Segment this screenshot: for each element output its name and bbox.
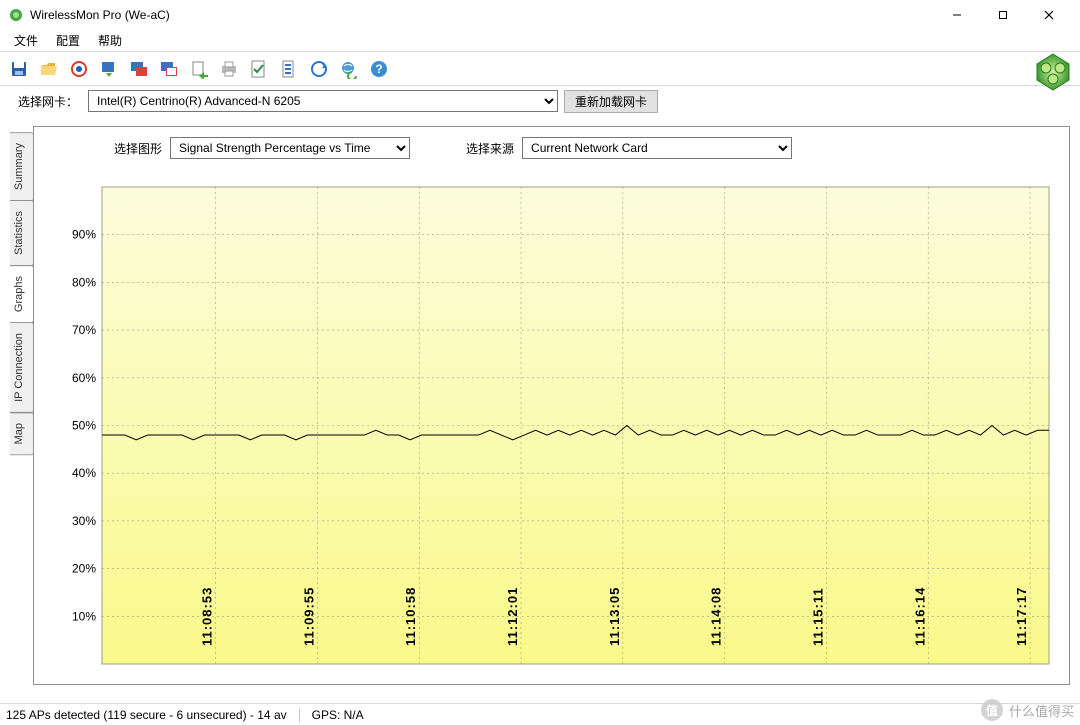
svg-text:30%: 30% <box>72 514 96 528</box>
svg-text:60%: 60% <box>72 371 96 385</box>
chart-container: 10% 20% 30% 40% 50% 60% 70% 80% 90% 11:08:53 11:09… <box>58 183 1055 670</box>
menu-config[interactable]: 配置 <box>48 30 88 51</box>
svg-text:?: ? <box>375 62 382 76</box>
help-icon[interactable]: ? <box>366 56 392 82</box>
maximize-button[interactable] <box>980 0 1026 30</box>
status-separator <box>299 708 300 722</box>
svg-text:90%: 90% <box>72 228 96 242</box>
world-refresh-icon[interactable] <box>336 56 362 82</box>
svg-text:11:15:11: 11:15:11 <box>810 587 825 646</box>
window-title: WirelessMon Pro (We-aC) <box>30 8 934 22</box>
print-icon[interactable] <box>216 56 242 82</box>
reload-nic-button[interactable]: 重新加载网卡 <box>564 90 658 113</box>
svg-text:20%: 20% <box>72 562 96 576</box>
close-button[interactable] <box>1026 0 1072 30</box>
status-gps: GPS: N/A <box>312 708 364 722</box>
menu-bar: 文件 配置 帮助 <box>0 30 1080 52</box>
refresh-icon[interactable] <box>96 56 122 82</box>
svg-text:11:14:08: 11:14:08 <box>709 587 724 646</box>
target-icon[interactable] <box>66 56 92 82</box>
svg-text:11:16:14: 11:16:14 <box>912 587 927 646</box>
signal-strength-chart: 10% 20% 30% 40% 50% 60% 70% 80% 90% 11:08:53 11:09… <box>58 183 1055 670</box>
graph-panel: 选择图形 Signal Strength Percentage vs Time … <box>33 126 1070 685</box>
menu-help[interactable]: 帮助 <box>90 30 130 51</box>
status-bar: 125 APs detected (119 secure - 6 unsecur… <box>0 703 1080 725</box>
app-logo-icon <box>1032 50 1074 92</box>
svg-text:11:09:55: 11:09:55 <box>301 587 316 646</box>
graph-shape-select[interactable]: Signal Strength Percentage vs Time <box>170 137 410 159</box>
select-shape-label: 选择图形 <box>114 140 162 157</box>
main-area: Summary Statistics Graphs IP Connection … <box>10 126 1070 685</box>
tab-summary[interactable]: Summary <box>10 132 34 201</box>
monitor-b-icon[interactable] <box>156 56 182 82</box>
window-buttons <box>934 0 1072 30</box>
status-aps: 125 APs detected (119 secure - 6 unsecur… <box>6 708 287 722</box>
toolbar: ? <box>0 52 1080 86</box>
monitor-a-icon[interactable] <box>126 56 152 82</box>
svg-text:40%: 40% <box>72 466 96 480</box>
list-check-icon[interactable] <box>246 56 272 82</box>
svg-text:80%: 80% <box>72 275 96 289</box>
menu-file[interactable]: 文件 <box>6 30 46 51</box>
properties-icon[interactable] <box>276 56 302 82</box>
tab-graphs[interactable]: Graphs <box>10 265 34 323</box>
graph-source-select[interactable]: Current Network Card <box>522 137 792 159</box>
svg-text:11:10:58: 11:10:58 <box>403 587 418 646</box>
svg-text:11:08:53: 11:08:53 <box>200 587 215 646</box>
nic-label: 选择网卡： <box>18 93 78 110</box>
reload-blue-icon[interactable] <box>306 56 332 82</box>
tab-map[interactable]: Map <box>10 412 34 455</box>
nic-row: 选择网卡： Intel(R) Centrino(R) Advanced-N 62… <box>0 86 1080 116</box>
svg-text:50%: 50% <box>72 419 96 433</box>
tab-statistics[interactable]: Statistics <box>10 200 34 266</box>
export-icon[interactable] <box>186 56 212 82</box>
minimize-button[interactable] <box>934 0 980 30</box>
title-bar: WirelessMon Pro (We-aC) <box>0 0 1080 30</box>
save-icon[interactable] <box>6 56 32 82</box>
open-icon[interactable] <box>36 56 62 82</box>
svg-text:11:17:17: 11:17:17 <box>1014 587 1029 646</box>
select-source-label: 选择来源 <box>466 140 514 157</box>
app-icon <box>8 7 24 23</box>
graph-controls: 选择图形 Signal Strength Percentage vs Time … <box>34 127 1069 169</box>
svg-text:10%: 10% <box>72 609 96 623</box>
tab-ip-connection[interactable]: IP Connection <box>10 322 34 413</box>
svg-text:70%: 70% <box>72 323 96 337</box>
svg-text:11:13:05: 11:13:05 <box>607 587 622 646</box>
svg-text:11:12:01: 11:12:01 <box>505 587 520 646</box>
side-tabs: Summary Statistics Graphs IP Connection … <box>10 132 34 454</box>
nic-select[interactable]: Intel(R) Centrino(R) Advanced-N 6205 <box>88 90 558 112</box>
